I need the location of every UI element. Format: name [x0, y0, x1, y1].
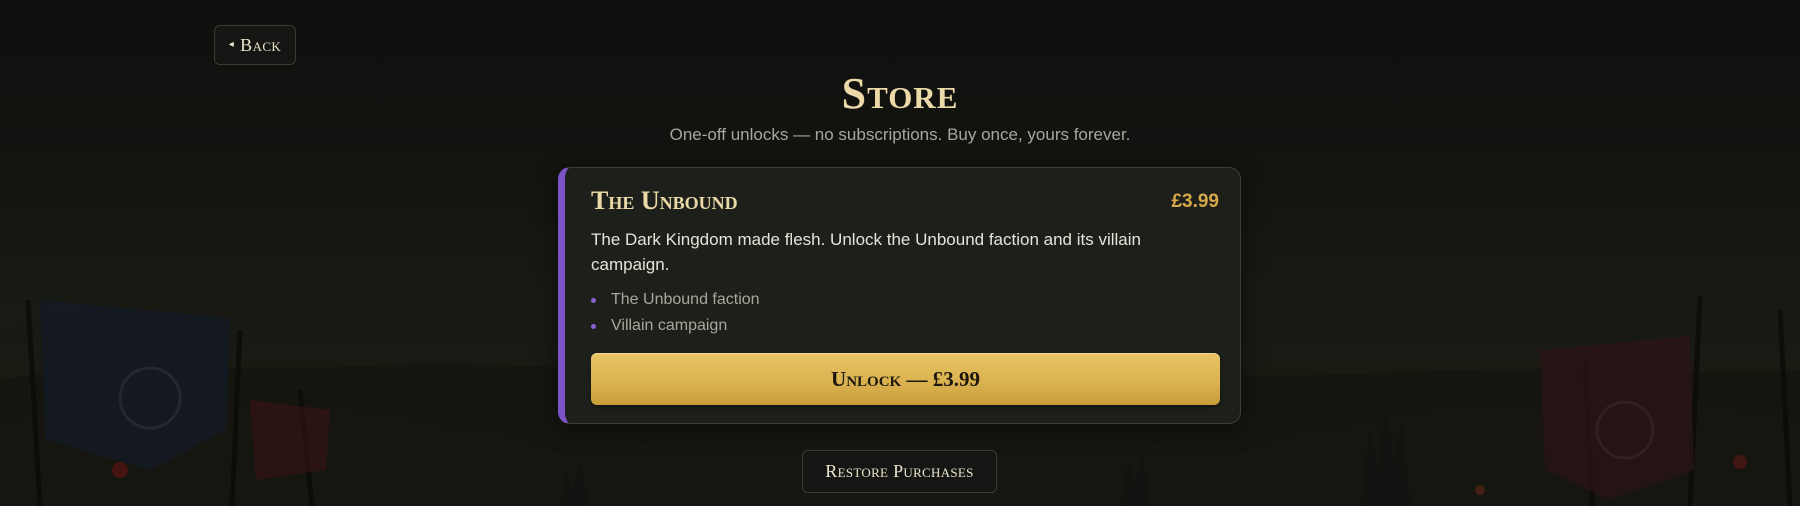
feature-label: The Unbound faction — [611, 291, 760, 308]
feature-item: Villain campaign — [591, 313, 760, 339]
back-button-label: Back — [240, 34, 282, 55]
product-description: The Dark Kingdom made flesh. Unlock the … — [591, 230, 1141, 274]
bullet-icon — [591, 323, 596, 329]
feature-list: The Unbound faction Villain campaign — [591, 287, 760, 339]
bullet-icon — [591, 297, 596, 303]
product-price: £3.99 — [1171, 191, 1219, 212]
product-title: The Unbound — [591, 186, 738, 215]
feature-label: Villain campaign — [611, 317, 728, 334]
page-title: Store — [841, 69, 959, 118]
unlock-button[interactable]: Unlock — £3.99 — [591, 353, 1220, 405]
restore-purchases-button[interactable]: Restore Purchases — [802, 450, 997, 493]
feature-item: The Unbound faction — [591, 287, 760, 313]
triangle-left-icon: ◂ — [228, 39, 235, 50]
back-button[interactable]: ◂ Back — [214, 25, 296, 65]
product-card-the-unbound: The Unbound £3.99 The Dark Kingdom made … — [558, 167, 1241, 424]
page-subtitle: One-off unlocks — no subscriptions. Buy … — [669, 125, 1131, 144]
